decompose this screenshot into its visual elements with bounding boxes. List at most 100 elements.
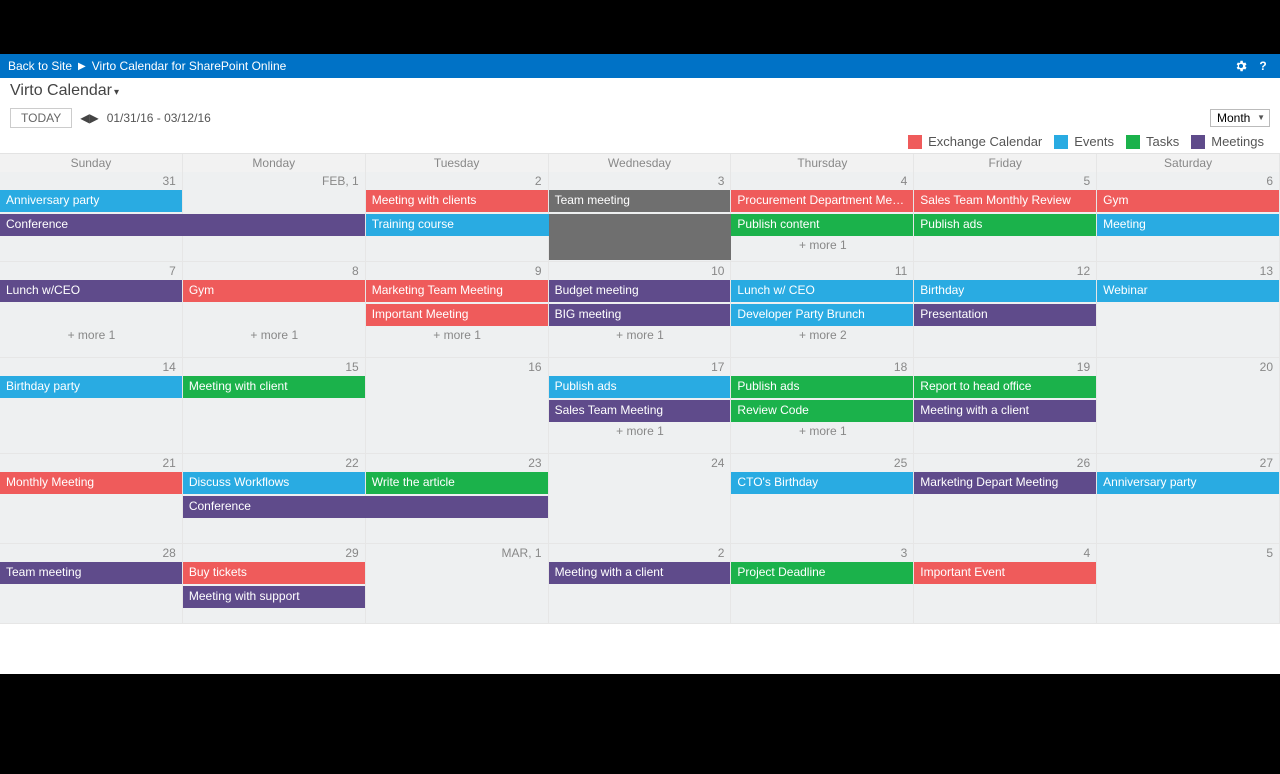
day-number: FEB, 1 [322,174,359,188]
calendar-event[interactable]: Developer Party Brunch [731,304,913,326]
calendar-event[interactable]: Birthday [914,280,1096,302]
week-row: 2829MAR, 12345Team meetingBuy ticketsMee… [0,544,1280,624]
calendar-event[interactable]: Discuss Workflows [183,472,365,494]
help-icon[interactable]: ? [1254,57,1272,75]
more-link[interactable]: + more 1 [183,328,366,348]
day-number: 6 [1266,174,1273,188]
next-arrow-icon[interactable]: ▶ [89,111,98,125]
breadcrumb-sep: ▶ [78,61,86,72]
day-number: 5 [1266,546,1273,560]
calendar-toolbar: TODAY ◀▶ 01/31/16 - 03/12/16 Month [0,104,1280,134]
calendar-event[interactable]: Lunch w/CEO [0,280,182,302]
suite-bar: Back to Site ▶ Virto Calendar for ShareP… [0,54,1280,78]
app-title[interactable]: Virto Calendar▾ [0,78,1280,104]
day-number: 17 [711,360,724,374]
day-number: 28 [162,546,175,560]
calendar-event[interactable]: Important Event [914,562,1096,584]
day-number: 21 [162,456,175,470]
legend-swatch [1126,135,1140,149]
legend-item[interactable]: Events [1054,134,1114,149]
calendar-event[interactable]: Publish ads [914,214,1096,236]
view-select[interactable]: Month [1210,109,1270,127]
legend-swatch [1054,135,1068,149]
back-to-site-link[interactable]: Back to Site [8,59,72,73]
day-number: 2 [718,546,725,560]
calendar-event[interactable]: Anniversary party [1097,472,1279,494]
more-link[interactable]: + more 1 [549,328,732,348]
legend-item[interactable]: Tasks [1126,134,1179,149]
calendar-event[interactable]: Conference [183,496,548,518]
calendar-event[interactable]: Report to head office [914,376,1096,398]
calendar-event[interactable]: Meeting with clients [366,190,548,212]
day-header-row: SundayMondayTuesdayWednesdayThursdayFrid… [0,154,1280,172]
more-link[interactable]: + more 1 [0,328,183,348]
day-number: 7 [169,264,176,278]
legend-label: Events [1074,134,1114,149]
calendar-event[interactable]: Important Meeting [366,304,548,326]
calendar-event[interactable]: Marketing Team Meeting [366,280,548,302]
legend-label: Meetings [1211,134,1264,149]
calendar-event[interactable]: Team meeting [0,562,182,584]
calendar-event[interactable] [549,214,732,260]
calendar-event[interactable]: Presentation [914,304,1096,326]
date-range-label: 01/31/16 - 03/12/16 [107,111,211,125]
calendar-event[interactable]: Lunch w/ CEO [731,280,913,302]
calendar-event[interactable]: Review Code [731,400,913,422]
legend-item[interactable]: Exchange Calendar [908,134,1042,149]
day-header: Tuesday [366,154,549,172]
calendar-event[interactable]: Sales Team Meeting [549,400,731,422]
day-number: 12 [1077,264,1090,278]
calendar-event[interactable]: Sales Team Monthly Review [914,190,1096,212]
calendar-event[interactable]: Team meeting [549,190,731,212]
calendar-event[interactable]: Birthday party [0,376,182,398]
day-number: 10 [711,264,724,278]
category-legend: Exchange Calendar Events Tasks Meetings [0,134,1280,153]
calendar-event[interactable]: Buy tickets [183,562,365,584]
day-header: Wednesday [549,154,732,172]
day-number: 4 [901,174,908,188]
legend-item[interactable]: Meetings [1191,134,1264,149]
day-number: 5 [1083,174,1090,188]
calendar-event[interactable]: Anniversary party [0,190,182,212]
day-number: 26 [1077,456,1090,470]
calendar-event[interactable]: Gym [183,280,365,302]
calendar-event[interactable]: Publish ads [549,376,731,398]
calendar-event[interactable]: CTO's Birthday [731,472,913,494]
legend-label: Tasks [1146,134,1179,149]
calendar-event[interactable]: BIG meeting [549,304,731,326]
day-header: Thursday [731,154,914,172]
calendar-event[interactable]: Meeting with client [183,376,365,398]
more-link[interactable]: + more 2 [731,328,914,348]
more-link[interactable]: + more 1 [366,328,549,348]
calendar-event[interactable]: Procurement Department Meeting [731,190,913,212]
calendar-event[interactable]: Publish content [731,214,913,236]
day-number: 29 [345,546,358,560]
calendar-event[interactable]: Meeting with support [183,586,365,608]
day-header: Monday [183,154,366,172]
calendar-event[interactable]: Meeting with a client [549,562,731,584]
day-number: 11 [895,264,907,278]
calendar-event[interactable]: Meeting with a client [914,400,1096,422]
calendar-event[interactable]: Gym [1097,190,1279,212]
day-number: 3 [718,174,725,188]
today-button[interactable]: TODAY [10,108,72,128]
day-number: 9 [535,264,542,278]
gear-icon[interactable] [1232,57,1250,75]
day-number: 16 [528,360,541,374]
week-row: 21222324252627Monthly MeetingDiscuss Wor… [0,454,1280,544]
calendar-event[interactable]: Monthly Meeting [0,472,182,494]
calendar-event[interactable]: Meeting [1097,214,1279,236]
calendar-event[interactable]: Write the article [366,472,548,494]
calendar-event[interactable]: Marketing Depart Meeting [914,472,1096,494]
calendar-event[interactable]: Webinar [1097,280,1279,302]
calendar-event[interactable]: Budget meeting [549,280,731,302]
day-number: 2 [535,174,542,188]
more-link[interactable]: + more 1 [731,238,914,258]
more-link[interactable]: + more 1 [731,424,914,444]
calendar-event[interactable]: Project Deadline [731,562,913,584]
day-number: 14 [162,360,175,374]
day-number: MAR, 1 [502,546,542,560]
more-link[interactable]: + more 1 [549,424,732,444]
calendar-event[interactable]: Publish ads [731,376,913,398]
calendar-event[interactable]: Conference [0,214,365,236]
